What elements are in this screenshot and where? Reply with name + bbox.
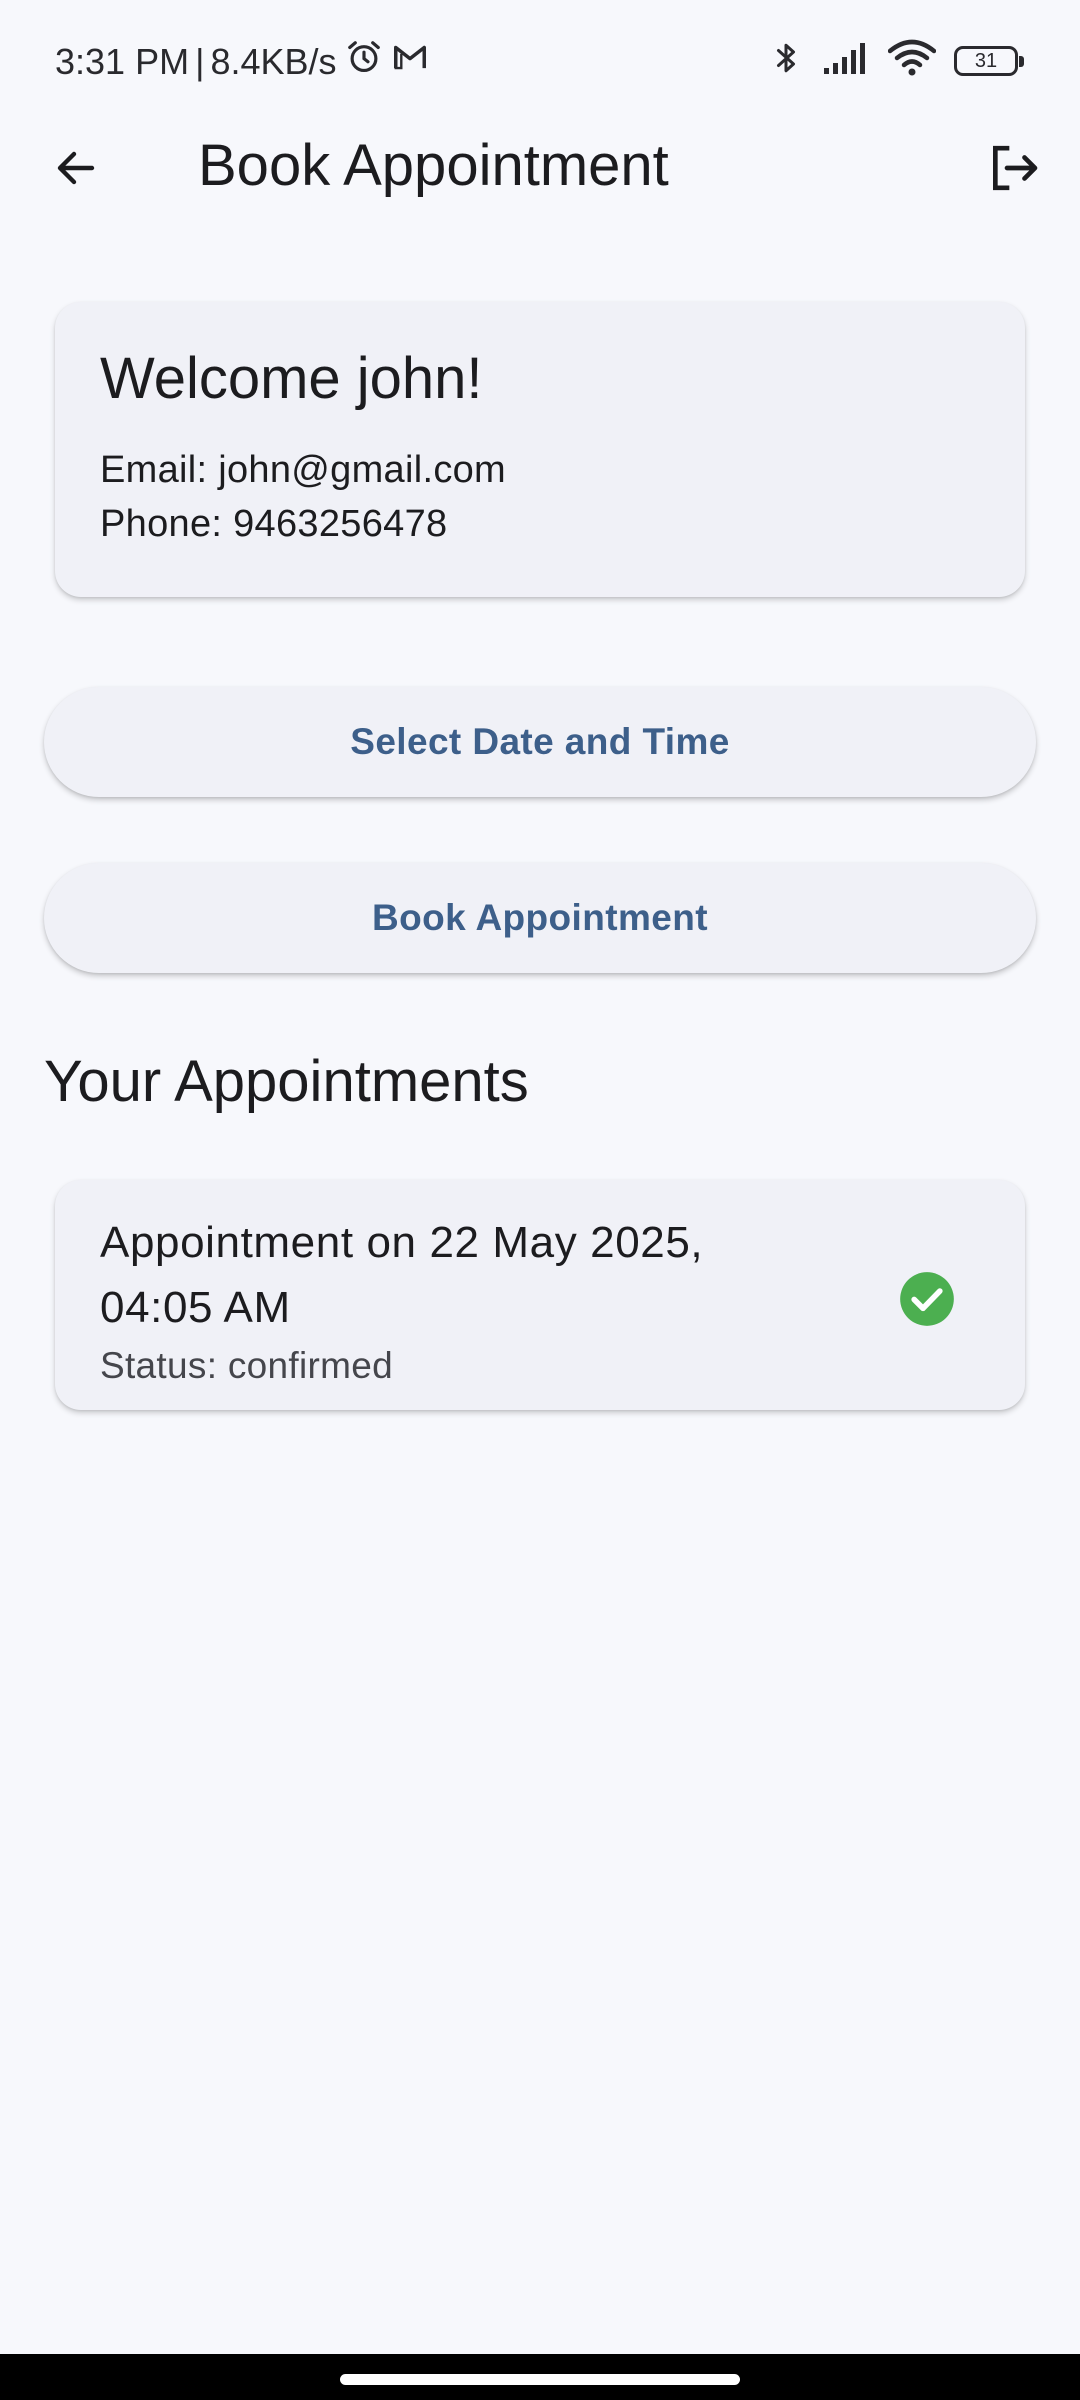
appointments-heading: Your Appointments — [44, 1049, 529, 1114]
profile-card: Welcome john! Email: john@gmail.com Phon… — [55, 302, 1025, 597]
appointment-card[interactable]: Appointment on 22 May 2025, 04:05 AM Sta… — [55, 1180, 1025, 1410]
system-nav-bar — [0, 2354, 1080, 2400]
email-text: Email: john@gmail.com — [100, 448, 507, 491]
battery-level: 31 — [974, 49, 998, 72]
page-title: Book Appointment — [198, 133, 669, 198]
battery-icon: 31 — [954, 45, 1024, 76]
book-appointment-button[interactable]: Book Appointment — [44, 863, 1036, 973]
status-separator: | — [195, 40, 205, 82]
network-speed: 8.4KB/s — [210, 40, 337, 82]
logout-icon — [984, 140, 1044, 201]
back-button[interactable] — [40, 140, 112, 200]
appointment-title: Appointment on 22 May 2025, 04:05 AM — [100, 1218, 704, 1332]
home-indicator[interactable] — [340, 2374, 740, 2385]
status-left: 3:31 PM | 8.4KB/s — [55, 38, 429, 85]
status-bar: 3:31 PM | 8.4KB/s 31 — [0, 0, 1080, 120]
phone-text: Phone: 9463256478 — [100, 502, 448, 545]
app-bar: Book Appointment — [0, 120, 1080, 220]
status-right: 31 — [768, 38, 1024, 83]
bluetooth-icon — [768, 38, 804, 83]
appointment-status: Status: confirmed — [100, 1345, 394, 1386]
status-time: 3:31 PM — [55, 40, 190, 82]
gmail-icon — [391, 38, 429, 85]
welcome-heading: Welcome john! — [100, 346, 483, 411]
logout-button[interactable] — [978, 140, 1050, 200]
check-circle-icon — [899, 1271, 955, 1327]
arrow-left-icon — [50, 144, 102, 197]
alarm-icon — [345, 38, 383, 85]
select-date-time-button[interactable]: Select Date and Time — [44, 687, 1036, 797]
wifi-icon — [887, 39, 937, 82]
signal-icon — [822, 40, 870, 81]
